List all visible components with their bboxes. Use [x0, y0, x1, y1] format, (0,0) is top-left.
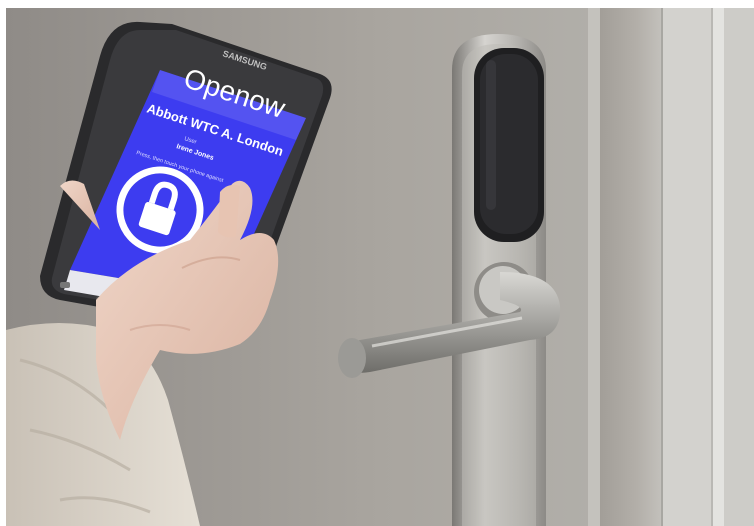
photo-scene: SAMSUNG Openow Abbott WTC A. London User…: [0, 0, 754, 526]
door-frame: [588, 8, 754, 526]
